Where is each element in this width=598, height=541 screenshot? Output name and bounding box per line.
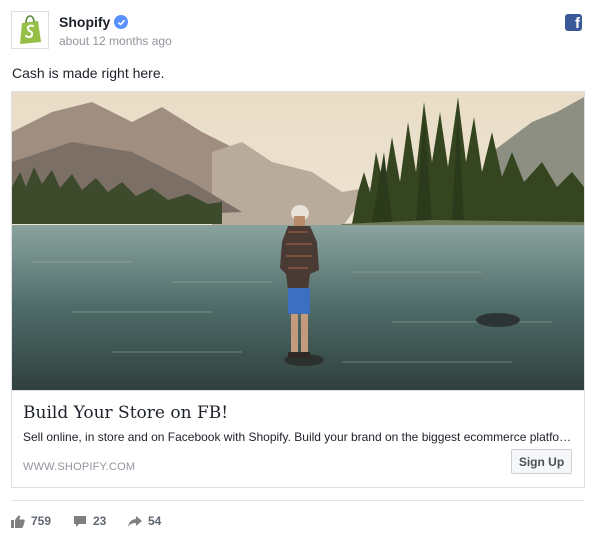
thumbs-up-icon — [11, 514, 25, 528]
facebook-glyph: f — [575, 15, 580, 31]
link-title[interactable]: Build Your Store on FB! — [23, 403, 228, 423]
comment-icon — [74, 515, 86, 527]
divider — [11, 500, 585, 501]
comments-value: 23 — [93, 514, 107, 528]
hero-image[interactable] — [12, 92, 584, 391]
post-message: Cash is made right here. — [12, 65, 165, 81]
comments-count[interactable]: 23 — [73, 512, 106, 530]
likes-count[interactable]: 759 — [11, 512, 51, 530]
page-avatar[interactable] — [11, 11, 49, 49]
sign-up-button[interactable]: Sign Up — [511, 449, 572, 474]
shopify-bag-icon — [20, 15, 41, 44]
shares-count[interactable]: 54 — [128, 512, 161, 530]
link-domain: WWW.SHOPIFY.COM — [23, 461, 136, 473]
facebook-icon: f — [565, 14, 582, 31]
link-preview-card[interactable]: Build Your Store on FB! Sell online, in … — [11, 91, 585, 488]
shares-value: 54 — [148, 514, 162, 528]
page-name-link[interactable]: Shopify — [59, 14, 110, 30]
link-description: Sell online, in store and on Facebook wi… — [23, 430, 573, 444]
share-icon — [128, 515, 142, 527]
likes-value: 759 — [31, 514, 52, 528]
post-timestamp[interactable]: about 12 months ago — [59, 34, 172, 48]
verified-badge-icon — [114, 15, 128, 29]
facebook-ad-post: Shopify about 12 months ago f Cash is ma… — [0, 0, 598, 541]
